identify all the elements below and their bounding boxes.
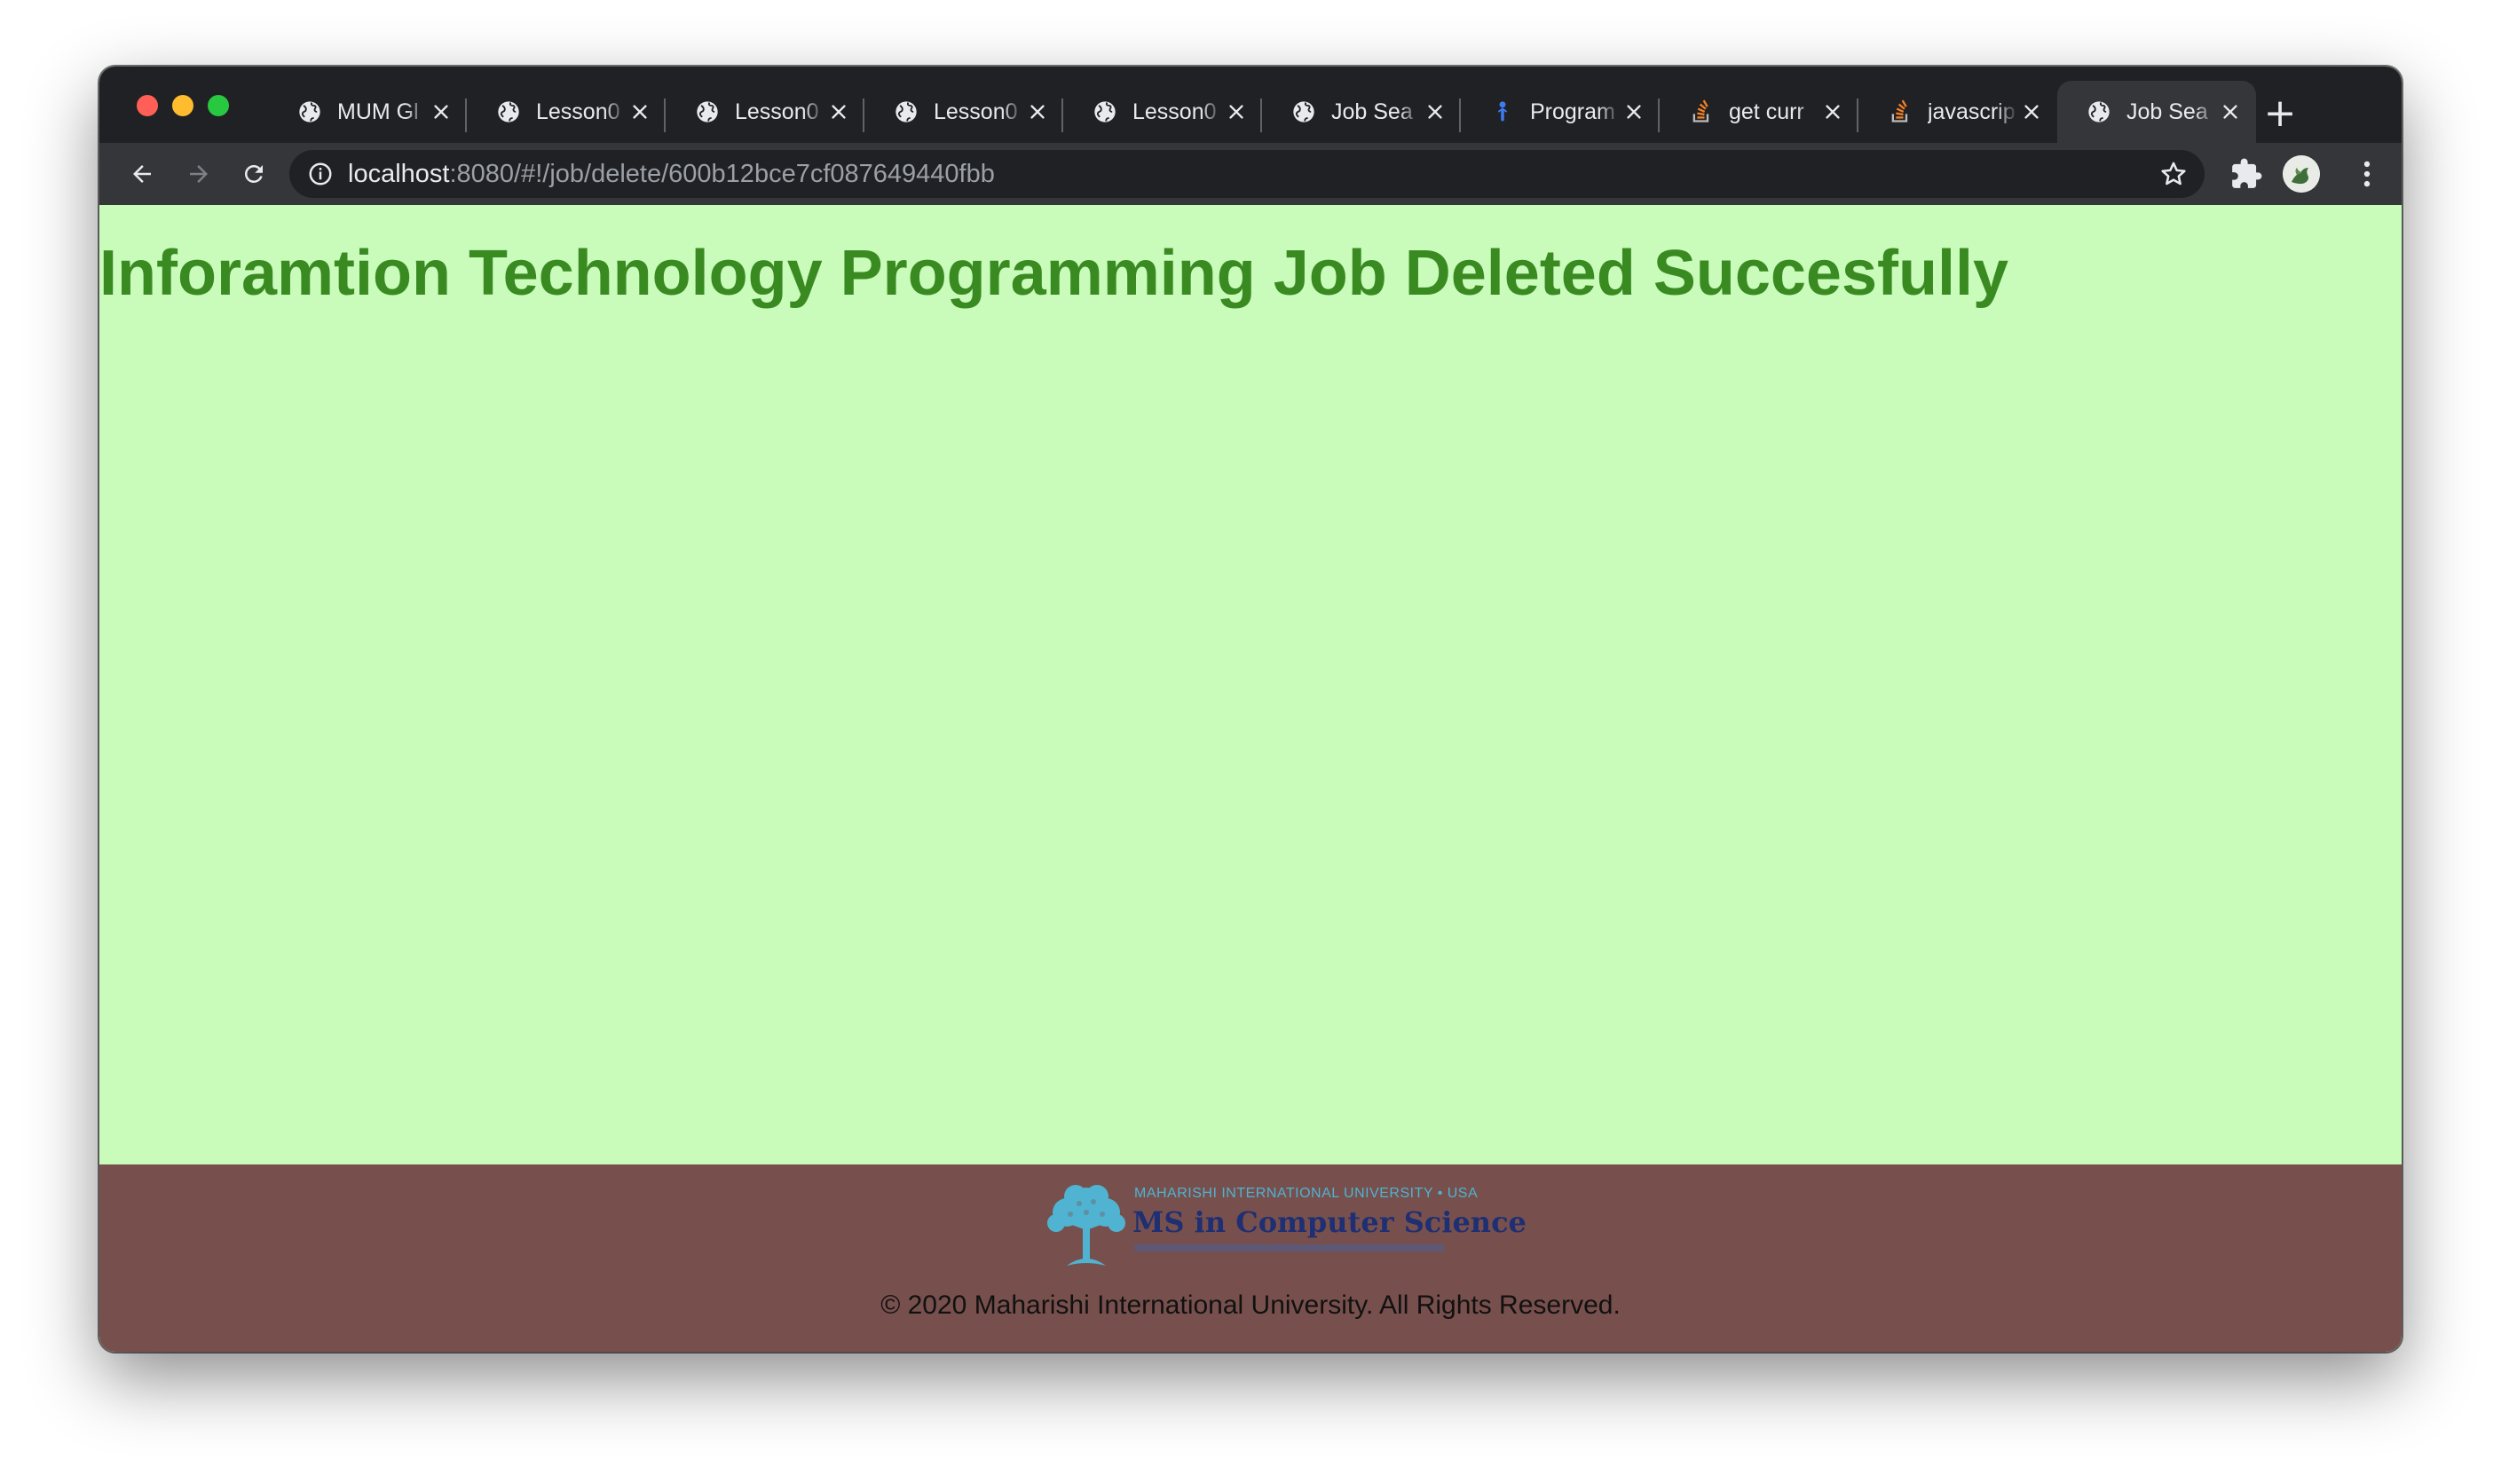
browser-tab[interactable]: MUM Gl (268, 81, 467, 143)
copyright-text: © 2020 Maharishi International Universit… (880, 1291, 1621, 1320)
browser-tab[interactable]: Lesson0 (1063, 81, 1262, 143)
logo-tagline-illegible (1134, 1244, 1445, 1251)
globe-icon (1290, 99, 1317, 125)
profile-avatar[interactable] (2283, 155, 2320, 193)
browser-tab[interactable]: Lesson0 (864, 81, 1063, 143)
tab-title: javascrip (1928, 99, 2016, 124)
tab-list: MUM Gl Lesson0 Lesson0 Lesson0 Lesson0 Job Se… (268, 81, 2256, 143)
new-tab-button[interactable]: + (2258, 91, 2302, 136)
browser-tab[interactable]: Lesson0 (467, 81, 666, 143)
minimize-window-button[interactable] (172, 95, 193, 116)
back-button[interactable] (122, 154, 162, 193)
tab-close-icon[interactable] (2018, 99, 2045, 125)
tab-close-icon[interactable] (1621, 99, 1647, 125)
tab-title: Program (1530, 99, 1615, 124)
tab-close-icon[interactable] (627, 99, 653, 125)
footer: MAHARISHI INTERNATIONAL UNIVERSITY • USA… (99, 1164, 2402, 1352)
bookmark-star-icon[interactable] (2158, 159, 2189, 189)
url-text[interactable]: localhost:8080/#!/job/delete/600b12bce7c… (348, 161, 995, 187)
url-path: :8080/#!/job/delete/600b12bce7cf08764944… (449, 160, 995, 188)
tab-title: Lesson0 (1132, 99, 1217, 124)
browser-window: MUM Gl Lesson0 Lesson0 Lesson0 Lesson0 Job Se… (99, 67, 2402, 1352)
globe-icon (893, 99, 919, 125)
globe-icon (296, 99, 323, 125)
reload-button[interactable] (234, 154, 273, 193)
tab-title: Job Sea (1331, 99, 1413, 124)
tab-close-icon[interactable] (1024, 99, 1051, 125)
tab-strip: MUM Gl Lesson0 Lesson0 Lesson0 Lesson0 Job Se… (99, 67, 2402, 143)
tab-close-icon[interactable] (2217, 99, 2244, 125)
programiz-icon (1489, 99, 1516, 125)
tab-close-icon[interactable] (1819, 99, 1846, 125)
browser-tab[interactable]: Lesson0 (666, 81, 864, 143)
extensions-puzzle-icon[interactable] (2229, 157, 2263, 191)
browser-tab[interactable]: Job Sea (1262, 81, 1461, 143)
more-vertical-icon[interactable] (2350, 157, 2384, 191)
address-bar[interactable]: localhost:8080/#!/job/delete/600b12bce7c… (289, 150, 2205, 198)
forward-button[interactable] (179, 154, 218, 193)
tab-close-icon[interactable] (1223, 99, 1250, 125)
browser-tab[interactable]: Program (1461, 81, 1660, 143)
tab-title: MUM Gl (337, 99, 419, 124)
maximize-window-button[interactable] (208, 95, 229, 116)
close-window-button[interactable] (137, 95, 158, 116)
mum-logo: MAHARISHI INTERNATIONAL UNIVERSITY • USA… (1040, 1177, 1527, 1275)
tab-title: Lesson0 (536, 99, 620, 124)
tab-close-icon[interactable] (428, 99, 454, 125)
url-host: localhost (348, 160, 450, 188)
browser-tab[interactable]: Job Sea (2057, 81, 2256, 143)
info-icon[interactable] (307, 161, 334, 187)
avatar-icon (2283, 155, 2320, 193)
tab-title: Lesson0 (934, 99, 1018, 124)
globe-icon (2086, 99, 2112, 125)
page-headline: Inforamtion Technology Programming Job D… (99, 238, 2008, 309)
browser-tab[interactable]: get curr (1660, 81, 1858, 143)
tab-close-icon[interactable] (1422, 99, 1448, 125)
tab-title: Job Sea (2126, 99, 2208, 124)
browser-tab[interactable]: javascrip (1858, 81, 2057, 143)
browser-toolbar: localhost:8080/#!/job/delete/600b12bce7c… (99, 143, 2402, 205)
reload-icon (244, 164, 263, 183)
globe-icon (495, 99, 522, 125)
tree-logo-icon (1047, 1185, 1125, 1266)
tab-close-icon[interactable] (825, 99, 852, 125)
tab-title: get curr (1729, 99, 1804, 124)
tab-title: Lesson0 (735, 99, 819, 124)
arrow-left-icon (133, 165, 151, 183)
logo-program-text: MS in Computer Science (1132, 1205, 1527, 1239)
globe-icon (1092, 99, 1118, 125)
logo-university-text: MAHARISHI INTERNATIONAL UNIVERSITY • USA (1134, 1186, 1479, 1201)
globe-icon (694, 99, 721, 125)
arrow-right-icon (190, 165, 208, 183)
stackoverflow-icon (1688, 99, 1715, 125)
stackoverflow-icon (1887, 99, 1913, 125)
